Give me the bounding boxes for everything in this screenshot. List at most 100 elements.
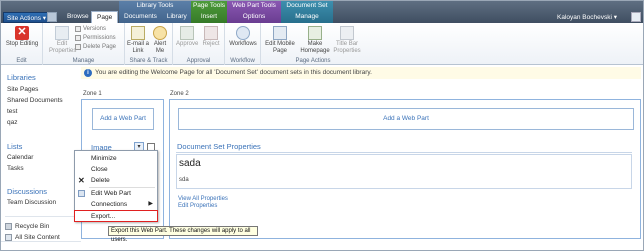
tab-browse[interactable]: Browse: [62, 11, 94, 23]
alert-me-label: Alert Me: [153, 41, 167, 54]
user-menu[interactable]: Kaloyan Bochevski ▾: [557, 13, 617, 21]
nav-item-recycle-bin[interactable]: Recycle Bin: [5, 223, 49, 230]
view-all-properties-link[interactable]: View All Properties: [178, 196, 228, 202]
delete-x-icon: ✕: [78, 176, 85, 185]
approve-icon: [180, 26, 194, 40]
zone-1-label: Zone 1: [83, 91, 102, 97]
menu-item-connections[interactable]: Connections ▶: [75, 199, 157, 210]
add-web-part-zone-2[interactable]: Add a Web Part: [178, 108, 634, 130]
delete-page-button[interactable]: Delete Page: [75, 44, 116, 50]
nav-item-team-discussion[interactable]: Team Discussion: [7, 199, 56, 206]
alert-me-button[interactable]: Alert Me: [149, 26, 171, 54]
alert-bell-icon: [153, 26, 167, 40]
permissions-button[interactable]: Permissions: [75, 35, 116, 41]
tab-library[interactable]: Library: [162, 11, 192, 23]
make-homepage-label: Make Homepage: [300, 41, 330, 54]
info-bar: i You are editing the Welcome Page for a…: [81, 67, 641, 79]
page-tools-label: Page Tools: [192, 2, 226, 9]
tab-manage[interactable]: Manage: [281, 11, 333, 23]
tab-documents[interactable]: Documents: [119, 11, 162, 23]
share-track-group: E-mail a Link Alert Me Share & Track: [125, 23, 173, 65]
tab-insert[interactable]: Insert: [191, 11, 227, 23]
permissions-label: Permissions: [83, 35, 116, 41]
tab-options[interactable]: Options: [227, 11, 281, 23]
nav-heading-libraries[interactable]: Libraries: [7, 73, 36, 82]
site-actions-menu[interactable]: Site Actions ▾: [3, 12, 51, 23]
nav-heading-lists[interactable]: Lists: [7, 142, 22, 151]
share-track-group-label: Share & Track: [129, 58, 168, 64]
nav-item-shared-documents[interactable]: Shared Documents: [7, 97, 63, 104]
menu-item-delete-label: Delete: [91, 177, 110, 184]
edit-mobile-page-label: Edit Mobile Page: [265, 41, 295, 54]
reject-label: Reject: [202, 41, 220, 47]
email-link-button[interactable]: E-mail a Link: [127, 26, 149, 54]
quick-launch: Libraries Site Pages Shared Documents te…: [1, 66, 81, 250]
edit-properties-icon: [55, 26, 69, 40]
menu-item-edit-web-part[interactable]: Edit Web Part: [75, 188, 157, 199]
nav-item-test[interactable]: test: [7, 108, 17, 115]
stop-editing-icon: ✕: [15, 26, 29, 40]
page-tools-group: Page Tools Insert: [191, 1, 227, 23]
export-tooltip: Export this Web Part. These changes will…: [108, 226, 258, 243]
info-text: You are editing the Welcome Page for all…: [95, 69, 372, 76]
make-homepage-button[interactable]: Make Homepage: [299, 26, 331, 54]
sharepoint-window: Site Actions ▾ Browse Page Library Tools…: [0, 0, 644, 251]
bottom-divider: [1, 241, 81, 242]
zone-2: Add a Web Part Document Set Properties s…: [169, 99, 641, 239]
workflow-group-label: Workflow: [230, 58, 255, 64]
reject-button[interactable]: Reject: [200, 26, 222, 48]
web-part-tools-label: Web Part Tools: [232, 2, 276, 9]
info-icon: i: [84, 69, 92, 77]
document-set-name: sada: [179, 158, 201, 169]
recycle-bin-label: Recycle Bin: [15, 223, 50, 230]
recycle-bin-icon: [5, 223, 12, 230]
delete-page-label: Delete Page: [83, 44, 117, 50]
workflows-label: Workflows: [229, 41, 257, 47]
nav-item-qaz[interactable]: qaz: [7, 119, 17, 126]
approve-button[interactable]: Approve: [176, 26, 198, 48]
nav-item-calendar[interactable]: Calendar: [7, 154, 33, 161]
document-set-title-rule: [176, 152, 632, 153]
navigate-up-icon[interactable]: [47, 12, 57, 22]
approval-group: Approve Reject Approval: [173, 23, 225, 65]
page-actions-group-label: Page Actions: [295, 58, 331, 64]
user-avatar-icon[interactable]: [631, 12, 641, 22]
email-link-label: E-mail a Link: [127, 41, 150, 54]
reject-icon: [204, 26, 218, 40]
nav-item-tasks[interactable]: Tasks: [7, 165, 24, 172]
menu-item-minimize[interactable]: Minimize: [75, 153, 157, 164]
menu-item-connections-label: Connections: [91, 201, 128, 208]
homepage-icon: [308, 26, 322, 40]
versions-button[interactable]: Versions: [75, 26, 106, 32]
permissions-icon: [75, 35, 81, 41]
edit-group-label: Edit: [16, 58, 27, 64]
menu-item-close[interactable]: Close: [75, 164, 157, 175]
edit-mobile-page-button[interactable]: Edit Mobile Page: [263, 26, 297, 54]
approve-label: Approve: [176, 41, 199, 47]
stop-editing-button[interactable]: ✕ Stop Editing: [3, 26, 41, 48]
mobile-page-icon: [273, 26, 287, 40]
document-set-properties-title: Document Set Properties: [177, 142, 261, 151]
zone-2-label: Zone 2: [170, 91, 189, 97]
menu-item-delete[interactable]: ✕ Delete: [75, 175, 157, 186]
export-highlight-outline: [74, 210, 158, 222]
email-icon: [131, 26, 145, 40]
all-site-content-icon: [5, 234, 12, 241]
add-web-part-zone-1[interactable]: Add a Web Part: [92, 108, 154, 130]
versions-icon: [75, 26, 81, 32]
tab-page[interactable]: Page: [91, 11, 119, 23]
library-tools-group: Library Tools Documents Library: [119, 1, 191, 23]
nav-item-all-site-content[interactable]: All Site Content: [5, 234, 60, 241]
library-tools-label: Library Tools: [136, 2, 174, 9]
edit-properties-button[interactable]: Edit Properties: [49, 26, 76, 54]
title-bar-properties-button[interactable]: Title Bar Properties: [331, 26, 363, 54]
edit-properties-link[interactable]: Edit Properties: [178, 203, 217, 209]
document-set-label: Document Set: [286, 2, 328, 9]
workflows-button[interactable]: Workflows: [228, 26, 258, 48]
workflows-icon: [236, 26, 250, 40]
nav-heading-discussions[interactable]: Discussions: [7, 187, 47, 196]
document-set-description: sda: [179, 177, 189, 183]
nav-item-site-pages[interactable]: Site Pages: [7, 86, 38, 93]
page-actions-group: Edit Mobile Page Make Homepage Title Bar…: [261, 23, 365, 65]
ribbon: ✕ Stop Editing Edit Edit Properties Vers…: [1, 23, 643, 65]
